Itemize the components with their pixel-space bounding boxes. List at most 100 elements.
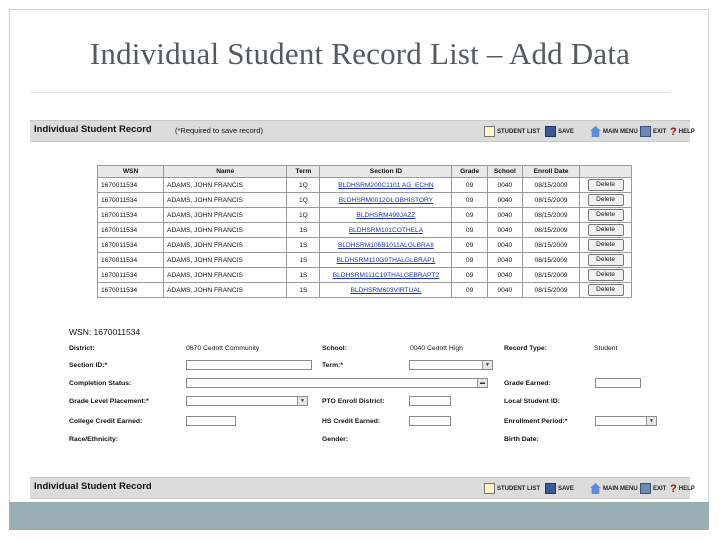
name-cell: ADAMS, JOHN FRANCIS (163, 267, 288, 283)
record-type-label: Record Type: (504, 345, 547, 352)
section-id-link[interactable]: BLDHSRM0012GLOBHISTORY (339, 197, 433, 204)
section-id-link[interactable]: BLDHSRM499JAZZ (356, 212, 415, 219)
pto-enroll-district-input[interactable] (409, 396, 451, 406)
term-cell: 1S (286, 267, 321, 283)
school-cell: 0040 (486, 267, 523, 283)
column-header: Enroll Date (521, 165, 581, 178)
student-records-table: WSN Name Term Section ID Grade School Enroll D… (96, 165, 632, 298)
grade-level-placement-select[interactable]: ▼ (186, 396, 308, 406)
top-toolbar: Individual Student Record (*Required to … (30, 120, 695, 142)
delete-button[interactable]: Delete (587, 179, 624, 191)
school-value: 0040 Cedott High (410, 345, 463, 352)
main-menu-button[interactable]: MAIN MENU (590, 481, 638, 496)
section-id-cell: BLDHSRM200C1101 AG_ECHN (319, 177, 453, 193)
grade-cell: 09 (451, 282, 488, 298)
section-id-label: Section ID:* (69, 362, 108, 369)
student-list-button[interactable]: STUDENT LIST (484, 124, 540, 139)
name-cell: ADAMS, JOHN FRANCIS (163, 192, 288, 208)
name-cell: ADAMS, JOHN FRANCIS (163, 237, 288, 253)
section-id-input[interactable] (186, 360, 312, 370)
bottom-toolbar: Individual Student Record STUDENT LIST S… (30, 477, 695, 499)
college-credit-earned-label: College Credit Earned: (69, 418, 143, 425)
home-icon (590, 483, 601, 494)
list-icon (484, 483, 495, 494)
section-id-link[interactable]: BLDHSRM101COTHELA (349, 227, 423, 234)
wsn-cell: 1670011534 (96, 177, 165, 193)
section-id-link[interactable]: BLDHSRM111C19THALGEBRAPT2 (333, 272, 439, 279)
term-cell: 1S (286, 252, 321, 268)
term-cell: 1S (286, 282, 321, 298)
wsn-cell: 1670011534 (96, 267, 165, 283)
page-title: Individual Student Record (34, 124, 152, 135)
grade-cell: 09 (451, 252, 488, 268)
section-id-link[interactable]: BLDHSRM603VIRTUAL (350, 287, 421, 294)
delete-button[interactable]: Delete (587, 284, 624, 296)
grade-earned-input[interactable] (595, 378, 641, 388)
main-menu-button[interactable]: MAIN MENU (590, 124, 638, 139)
help-button[interactable]: ? HELP (670, 481, 695, 496)
footer-strip (9, 502, 709, 530)
enroll-date-cell: 08/15/2009 (521, 207, 581, 223)
chevron-down-icon: ▬ (477, 379, 487, 387)
section-id-link[interactable]: BLDHSRM106B1011ALGLBRAII (338, 242, 434, 249)
help-button[interactable]: ? HELP (670, 124, 695, 139)
term-cell: 1Q (286, 207, 321, 223)
wsn-cell: 1670011534 (96, 207, 165, 223)
name-cell: ADAMS, JOHN FRANCIS (163, 252, 288, 268)
save-button[interactable]: SAVE (545, 481, 574, 496)
chevron-down-icon: ▼ (646, 417, 656, 425)
grade-cell: 09 (451, 237, 488, 253)
student-list-button[interactable]: STUDENT LIST (484, 481, 540, 496)
column-header (579, 165, 632, 178)
list-icon (484, 126, 495, 137)
slide-title: Individual Student Record List – Add Dat… (89, 36, 631, 71)
table-row: 1670011534 ADAMS, JOHN FRANCIS 1S BLDHSRM11… (96, 267, 632, 283)
school-cell: 0040 (486, 177, 523, 193)
school-cell: 0040 (486, 192, 523, 208)
name-cell: ADAMS, JOHN FRANCIS (163, 207, 288, 223)
section-id-cell: BLDHSRM106B1011ALGLBRAII (319, 237, 453, 253)
delete-button[interactable]: Delete (587, 194, 624, 206)
table-row: 1670011534 ADAMS, JOHN FRANCIS 1Q BLDHSRM00… (96, 192, 632, 208)
exit-button[interactable]: EXIT (640, 124, 666, 139)
college-credit-earned-input[interactable] (186, 416, 236, 426)
table-header-row: WSN Name Term Section ID Grade School Enroll D… (96, 165, 632, 178)
table-row: 1670011534 ADAMS, JOHN FRANCIS 1Q BLDHSRM20… (96, 177, 632, 193)
save-button[interactable]: SAVE (545, 124, 574, 139)
grade-cell: 09 (451, 222, 488, 238)
exit-icon (640, 126, 651, 137)
section-id-cell: BLDHSRM110G9THALGLBRAP1 (319, 252, 453, 268)
hs-credit-earned-input[interactable] (409, 416, 451, 426)
grade-cell: 09 (451, 267, 488, 283)
section-id-link[interactable]: BLDHSRM110G9THALGLBRAP1 (337, 257, 436, 264)
title-divider (30, 92, 670, 93)
section-id-link[interactable]: BLDHSRM200C1101 AG_ECHN (338, 182, 434, 189)
grade-cell: 09 (451, 207, 488, 223)
pto-enroll-district-label: PTO Enroll District: (322, 398, 385, 405)
chevron-down-icon: ▼ (482, 361, 492, 369)
delete-button[interactable]: Delete (587, 239, 624, 251)
table-row: 1670011534 ADAMS, JOHN FRANCIS 1S BLDHSRM10… (96, 237, 632, 253)
enroll-date-cell: 08/15/2009 (521, 192, 581, 208)
column-header: Grade (451, 165, 488, 178)
term-select[interactable]: ▼ (409, 360, 493, 370)
wsn-cell: 1670011534 (96, 252, 165, 268)
completion-status-label: Completion Status: (69, 380, 132, 387)
school-cell: 0040 (486, 207, 523, 223)
grade-cell: 09 (451, 177, 488, 193)
race-ethnicity-label: Race/Ethnicity: (69, 436, 119, 443)
table-row: 1670011534 ADAMS, JOHN FRANCIS 1S BLDHSRM60… (96, 282, 632, 298)
section-id-cell: BLDHSRM603VIRTUAL (319, 282, 453, 298)
delete-button[interactable]: Delete (587, 209, 624, 221)
column-header: School (486, 165, 523, 178)
term-cell: 1Q (286, 192, 321, 208)
enrollment-period-select[interactable]: ▼ (595, 416, 657, 426)
record-type-value: Student (594, 345, 618, 352)
enroll-date-cell: 08/15/2009 (521, 282, 581, 298)
delete-button[interactable]: Delete (587, 224, 624, 236)
chevron-down-icon: ▼ (297, 397, 307, 405)
delete-button[interactable]: Delete (587, 254, 624, 266)
completion-status-select[interactable]: ▬ (186, 378, 488, 388)
delete-button[interactable]: Delete (587, 269, 624, 281)
exit-button[interactable]: EXIT (640, 481, 666, 496)
